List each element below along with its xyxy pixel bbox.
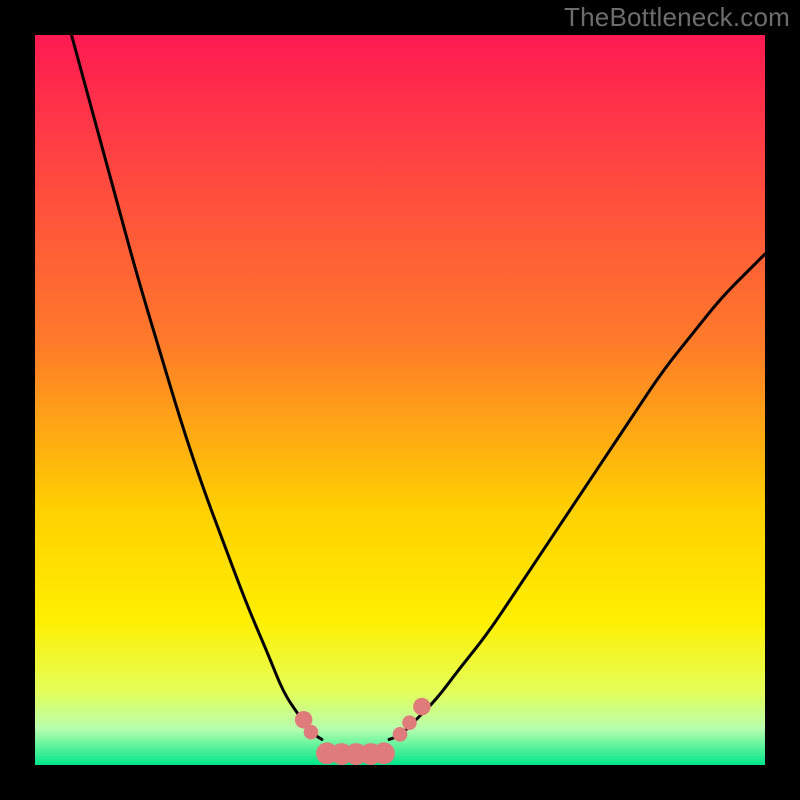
floor-marker-5 bbox=[373, 742, 395, 764]
right-marker-3 bbox=[413, 698, 431, 716]
right-marker-2 bbox=[402, 715, 417, 730]
outer-frame: TheBottleneck.com bbox=[0, 0, 800, 800]
gradient-background bbox=[35, 35, 765, 765]
watermark-text: TheBottleneck.com bbox=[564, 2, 790, 33]
right-marker-1 bbox=[393, 727, 408, 742]
left-marker-2 bbox=[304, 725, 319, 740]
chart-svg bbox=[35, 35, 765, 765]
plot-area bbox=[35, 35, 765, 765]
